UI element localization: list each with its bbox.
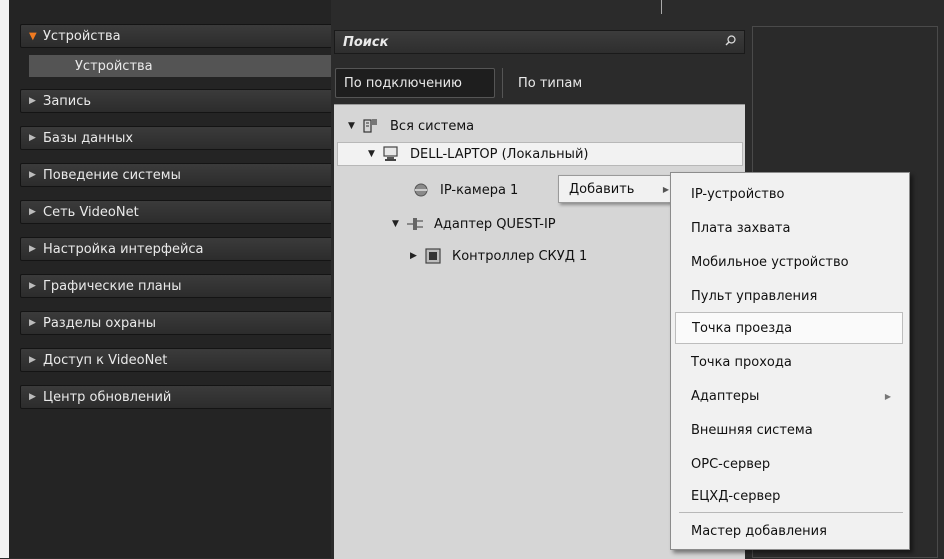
- tab-by-type[interactable]: По типам: [510, 68, 600, 98]
- sidebar-item-label: Запись: [43, 93, 92, 109]
- computer-icon: [383, 146, 398, 161]
- tree-node-label: Адаптер QUEST-IP: [434, 216, 556, 232]
- tree-node-quest-adapter[interactable]: ▼ Адаптер QUEST-IP: [392, 212, 692, 236]
- divider: [661, 0, 662, 14]
- add-submenu: IP-устройство Плата захвата Мобильное ус…: [670, 172, 910, 550]
- tree-node-access-controller[interactable]: ▶ Контроллер СКУД 1: [410, 244, 710, 268]
- system-icon: [363, 119, 377, 133]
- menu-item-pedestrian-checkpoint[interactable]: Точка прохода: [675, 346, 903, 378]
- sidebar-item-databases[interactable]: ▶ Базы данных: [20, 126, 334, 150]
- collapse-arrow-icon: ▶: [29, 392, 36, 402]
- sidebar-item-label: Поведение системы: [43, 167, 181, 183]
- menu-item-vehicle-checkpoint[interactable]: Точка проезда: [675, 312, 903, 344]
- sidebar-item-label: Базы данных: [43, 130, 134, 146]
- sidebar-item-label: Разделы охраны: [43, 315, 157, 331]
- search-icon[interactable]: [725, 35, 736, 46]
- window-edge: [0, 0, 9, 558]
- tree-node-label: Контроллер СКУД 1: [452, 248, 588, 264]
- collapse-arrow-icon: ▶: [29, 355, 36, 365]
- add-menu-label: Добавить: [569, 181, 635, 197]
- sidebar-item-interface-settings[interactable]: ▶ Настройка интерфейса: [20, 237, 334, 261]
- collapse-arrow-icon: ▶: [29, 281, 36, 291]
- tab-by-connection[interactable]: По подключению: [335, 68, 495, 98]
- menu-item-capture-board[interactable]: Плата захвата: [675, 212, 903, 244]
- menu-item-echd-server[interactable]: ЕЦХД-сервер: [675, 480, 903, 512]
- menu-separator: [679, 512, 903, 513]
- sidebar-item-label: Центр обновлений: [43, 389, 172, 405]
- tab-divider: [502, 68, 503, 98]
- expander-icon[interactable]: ▼: [368, 149, 382, 159]
- search-label: Поиск: [343, 34, 389, 50]
- camera-icon: [414, 183, 428, 197]
- menu-item-control-panel[interactable]: Пульт управления: [675, 280, 903, 312]
- collapse-arrow-icon: ▶: [29, 207, 36, 217]
- menu-item-adapters[interactable]: Адаптеры ▶: [675, 380, 903, 412]
- search-input[interactable]: Поиск: [334, 30, 745, 54]
- menu-item-opc-server[interactable]: OPC-сервер: [675, 448, 903, 480]
- sidebar-item-security-sections[interactable]: ▶ Разделы охраны: [20, 311, 334, 335]
- sidebar-item-label: Сеть VideoNet: [43, 204, 139, 220]
- settings-sidebar: ▼ Устройства Устройства ▶ Запись ▶ Базы …: [9, 0, 334, 558]
- expand-arrow-icon: ▼: [29, 30, 37, 42]
- expander-icon[interactable]: ▼: [348, 121, 362, 131]
- menu-item-add-wizard[interactable]: Мастер добавления: [675, 515, 903, 547]
- expander-icon[interactable]: ▶: [410, 251, 424, 261]
- menu-item-label: Адаптеры: [691, 388, 760, 404]
- collapse-arrow-icon: ▶: [29, 96, 36, 106]
- tree-node-label: DELL-LAPTOP (Локальный): [410, 146, 589, 162]
- sidebar-item-videonet-network[interactable]: ▶ Сеть VideoNet: [20, 200, 334, 224]
- collapse-arrow-icon: ▶: [29, 133, 36, 143]
- sidebar-item-videonet-access[interactable]: ▶ Доступ к VideoNet: [20, 348, 334, 372]
- collapse-arrow-icon: ▶: [29, 244, 36, 254]
- menu-item-mobile-device[interactable]: Мобильное устройство: [675, 246, 903, 278]
- expander-icon[interactable]: ▼: [392, 219, 406, 229]
- sidebar-item-update-center[interactable]: ▶ Центр обновлений: [20, 385, 334, 409]
- sidebar-item-label: Графические планы: [43, 278, 182, 294]
- sidebar-subitem-devices[interactable]: Устройства: [29, 55, 334, 77]
- sidebar-item-label: Доступ к VideoNet: [43, 352, 168, 368]
- collapse-arrow-icon: ▶: [29, 318, 36, 328]
- tree-node-ip-camera[interactable]: IP-камера 1: [398, 178, 558, 202]
- collapse-arrow-icon: ▶: [29, 170, 36, 180]
- context-menu-add[interactable]: Добавить ▶: [558, 175, 678, 203]
- menu-item-external-system[interactable]: Внешняя система: [675, 414, 903, 446]
- submenu-arrow-icon: ▶: [662, 184, 669, 194]
- sidebar-item-graphic-plans[interactable]: ▶ Графические планы: [20, 274, 334, 298]
- sidebar-item-devices[interactable]: ▼ Устройства: [20, 24, 334, 48]
- adapter-icon: [407, 218, 423, 230]
- submenu-arrow-icon: ▶: [884, 391, 891, 401]
- tree-node-label: Вся система: [390, 118, 475, 134]
- sidebar-item-label: Устройства: [43, 28, 121, 44]
- controller-icon: [425, 248, 441, 264]
- menu-item-ip-device[interactable]: IP-устройство: [675, 178, 903, 210]
- sidebar-item-recording[interactable]: ▶ Запись: [20, 89, 334, 113]
- tree-node-whole-system[interactable]: ▼ Вся система: [348, 114, 648, 138]
- tree-node-dell-laptop[interactable]: ▼ DELL-LAPTOP (Локальный): [337, 142, 743, 166]
- sidebar-item-label: Настройка интерфейса: [43, 241, 204, 257]
- sidebar-item-system-behavior[interactable]: ▶ Поведение системы: [20, 163, 334, 187]
- tree-node-label: IP-камера 1: [440, 182, 519, 198]
